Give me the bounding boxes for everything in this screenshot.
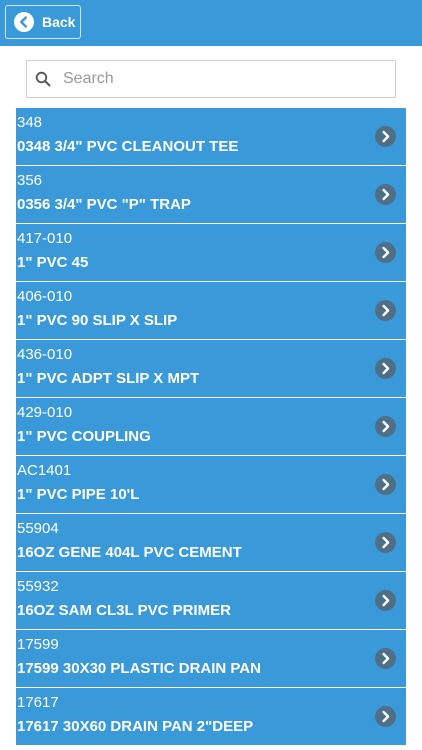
item-code: 436-010 bbox=[17, 346, 73, 363]
chevron-right-circle-icon[interactable] bbox=[375, 706, 396, 727]
back-button-label: Back bbox=[42, 14, 76, 30]
search-box[interactable] bbox=[26, 60, 396, 98]
search-icon bbox=[35, 71, 51, 87]
list-item[interactable]: 356 0356 3/4" PVC "P" TRAP bbox=[16, 166, 406, 224]
list-item[interactable]: 436-010 1" PVC ADPT SLIP X MPT bbox=[16, 340, 406, 398]
list-item[interactable]: AC1401 1" PVC PIPE 10'L bbox=[16, 456, 406, 514]
chevron-left-circle-icon bbox=[14, 12, 34, 32]
item-code: 17617 bbox=[17, 694, 59, 711]
list-item[interactable]: 17617 17617 30X60 DRAIN PAN 2"DEEP bbox=[16, 688, 406, 746]
list-item[interactable]: 406-010 1" PVC 90 SLIP X SLIP bbox=[16, 282, 406, 340]
item-code: 356 bbox=[17, 172, 43, 189]
chevron-right-circle-icon[interactable] bbox=[375, 300, 396, 321]
item-code: 417-010 bbox=[17, 230, 73, 247]
item-code: 55904 bbox=[17, 520, 59, 537]
chevron-right-circle-icon[interactable] bbox=[375, 184, 396, 205]
item-code: 17599 bbox=[17, 636, 59, 653]
chevron-right-circle-icon[interactable] bbox=[375, 242, 396, 263]
chevron-right-circle-icon[interactable] bbox=[375, 126, 396, 147]
item-title: 16OZ GENE 404L PVC CEMENT bbox=[17, 544, 242, 561]
chevron-right-circle-icon[interactable] bbox=[375, 590, 396, 611]
chevron-right-circle-icon[interactable] bbox=[375, 648, 396, 669]
search-input[interactable] bbox=[63, 70, 363, 88]
item-title: 1" PVC PIPE 10'L bbox=[17, 486, 140, 503]
list-item[interactable]: 17599 17599 30X30 PLASTIC DRAIN PAN bbox=[16, 630, 406, 688]
item-code: 406-010 bbox=[17, 288, 73, 305]
top-nav-bar: Back bbox=[0, 0, 422, 46]
item-code: 429-010 bbox=[17, 404, 73, 421]
item-title: 1" PVC ADPT SLIP X MPT bbox=[17, 370, 200, 387]
back-button[interactable]: Back bbox=[5, 5, 81, 39]
list-item[interactable]: 55932 16OZ SAM CL3L PVC PRIMER bbox=[16, 572, 406, 630]
item-title: 1" PVC COUPLING bbox=[17, 428, 151, 445]
list-item[interactable]: 55904 16OZ GENE 404L PVC CEMENT bbox=[16, 514, 406, 572]
chevron-right-circle-icon[interactable] bbox=[375, 474, 396, 495]
item-title: 1" PVC 90 SLIP X SLIP bbox=[17, 312, 178, 329]
item-title: 17599 30X30 PLASTIC DRAIN PAN bbox=[17, 660, 261, 677]
item-title: 17617 30X60 DRAIN PAN 2"DEEP bbox=[17, 718, 254, 735]
item-title: 0348 3/4" PVC CLEANOUT TEE bbox=[17, 138, 239, 155]
item-code: 348 bbox=[17, 114, 43, 131]
item-title: 1" PVC 45 bbox=[17, 254, 89, 271]
chevron-right-circle-icon[interactable] bbox=[375, 416, 396, 437]
item-code: 55932 bbox=[17, 578, 59, 595]
list-item[interactable]: 348 0348 3/4" PVC CLEANOUT TEE bbox=[16, 108, 406, 166]
chevron-right-circle-icon[interactable] bbox=[375, 532, 396, 553]
list-item[interactable]: 429-010 1" PVC COUPLING bbox=[16, 398, 406, 456]
item-title: 0356 3/4" PVC "P" TRAP bbox=[17, 196, 191, 213]
product-list: 348 0348 3/4" PVC CLEANOUT TEE 356 0356 3/4… bbox=[16, 108, 406, 746]
chevron-right-circle-icon[interactable] bbox=[375, 358, 396, 379]
list-item[interactable]: 417-010 1" PVC 45 bbox=[16, 224, 406, 282]
item-code: AC1401 bbox=[17, 462, 72, 479]
item-title: 16OZ SAM CL3L PVC PRIMER bbox=[17, 602, 231, 619]
